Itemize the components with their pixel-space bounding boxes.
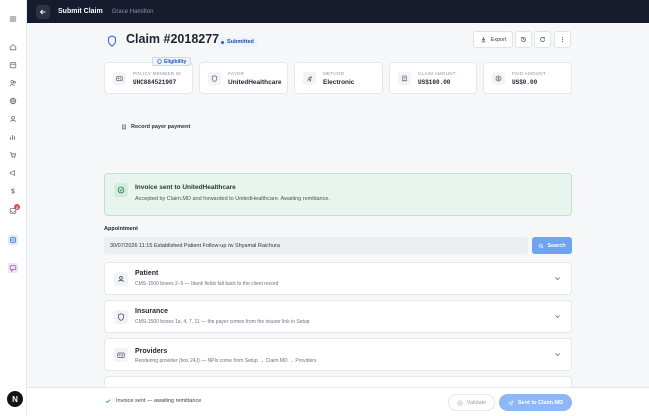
card-label: PAYER — [228, 71, 245, 76]
chat-icon[interactable] — [8, 263, 18, 273]
receipt-icon — [122, 124, 126, 130]
appointment-field[interactable]: 30/07/2026 11:15 Established Patient Fol… — [104, 237, 528, 254]
card-policy-member-id: POLICY MEMBER ID UHC884521907 — [104, 62, 193, 94]
chevron-down-icon — [555, 315, 560, 319]
page-title: Submit Claim — [58, 8, 103, 15]
card-method: METHOD Electronic — [294, 62, 383, 94]
section-description: CMS-1500 boxes 2–5 — blank fields fall b… — [135, 281, 279, 287]
person-icon[interactable] — [8, 114, 18, 124]
card-label: CLAIM AMOUNT — [418, 71, 456, 76]
check-icon — [105, 399, 111, 404]
section-insurance[interactable]: Insurance CMS-1500 boxes 1a, 4, 7, 11 — … — [104, 300, 572, 333]
shield-check-icon — [157, 59, 162, 64]
calendar-icon[interactable] — [8, 60, 18, 70]
footer-status: Invoice sent — awaiting remittance — [105, 398, 201, 404]
avatar[interactable]: N — [7, 391, 23, 407]
section-providers[interactable]: Providers Rendering provider (box 24J) —… — [104, 338, 572, 371]
status-label: Submitted — [227, 39, 254, 45]
section-title: Insurance — [135, 308, 169, 315]
card-value: UHC884521907 — [133, 79, 177, 86]
notification-badge: 2 — [14, 204, 20, 210]
card-value: US$0.00 — [512, 79, 538, 86]
sent-label: Sent to Claim.MD — [517, 399, 564, 406]
top-bar: Submit Claim Grace Hamilton — [27, 0, 649, 23]
more-options-button[interactable] — [554, 31, 571, 48]
claim-header: Claim #2018277 Submitted Export — [104, 31, 572, 51]
section-description: CMS-1500 boxes 1a, 4, 7, 11 — the payer … — [135, 319, 310, 325]
banner-title: Invoice sent to UnitedHealthcare — [135, 184, 236, 191]
refresh-button[interactable] — [534, 31, 551, 48]
appointment-value: 30/07/2026 11:15 Established Patient Fol… — [110, 242, 280, 249]
shield-icon — [107, 35, 117, 47]
section-description: Rendering provider (box 24J) — NPIs come… — [135, 358, 317, 364]
section-patient[interactable]: Patient CMS-1500 boxes 2–5 — blank field… — [104, 262, 572, 295]
user-icon — [114, 272, 128, 286]
footer-bar: Invoice sent — awaiting remittance Valid… — [27, 387, 649, 416]
banner-description: Accepted by Claim.MD and forwarded to Un… — [135, 196, 330, 202]
status-dot-icon — [221, 40, 224, 44]
id-card-icon — [114, 348, 128, 362]
history-icon — [521, 37, 526, 42]
chart-icon[interactable] — [8, 132, 18, 142]
users-icon[interactable] — [8, 78, 18, 88]
card-label: PAID AMOUNT — [512, 71, 546, 76]
card-value: US$180.00 — [418, 79, 451, 86]
search-button[interactable]: Search — [532, 237, 572, 254]
card-value: UnitedHealthcare — [228, 79, 282, 86]
check-circle-icon — [457, 400, 463, 405]
left-rail: 2 N — [0, 0, 27, 416]
id-card-icon — [113, 72, 126, 85]
validate-button[interactable]: Validate — [448, 394, 495, 411]
globe-icon[interactable] — [8, 96, 18, 106]
chevron-down-icon — [555, 277, 560, 281]
send-icon — [507, 399, 514, 406]
sent-to-claimmd-button[interactable]: Sent to Claim.MD — [499, 394, 572, 411]
user-name: Grace Hamilton — [111, 8, 154, 15]
dollar-circle-icon — [492, 72, 505, 85]
plug-icon — [303, 72, 316, 85]
export-label: Export — [490, 36, 507, 43]
history-button[interactable] — [515, 31, 532, 48]
chevron-down-icon — [555, 353, 560, 357]
card-payer: PAYER UnitedHealthcare — [199, 62, 288, 94]
record-payer-payment-button[interactable]: Record payer payment — [121, 124, 190, 130]
download-icon — [480, 37, 486, 43]
home-icon[interactable] — [8, 42, 18, 52]
section-title: Providers — [135, 348, 168, 355]
appointment-label: Appointment — [104, 226, 138, 232]
eligibility-badge[interactable]: Eligibility — [152, 57, 192, 66]
card-value: Electronic — [323, 79, 355, 86]
cart-icon[interactable] — [8, 150, 18, 160]
arrow-left-icon — [39, 9, 46, 14]
card-label: METHOD — [323, 71, 345, 76]
card-claim-amount: CLAIM AMOUNT US$180.00 — [389, 62, 477, 94]
refresh-icon — [540, 37, 545, 42]
record-payer-payment-label: Record payer payment — [131, 124, 191, 130]
back-button[interactable] — [36, 4, 50, 19]
claim-title: Claim #2018277 — [126, 32, 220, 46]
receipt-icon — [398, 72, 411, 85]
grid-icon[interactable] — [8, 235, 18, 245]
section-title: Patient — [135, 270, 159, 277]
eligibility-label: Eligibility — [164, 58, 187, 65]
card-label: POLICY MEMBER ID — [133, 71, 181, 76]
check-circle-icon — [114, 183, 128, 197]
card-paid-amount: PAID AMOUNT US$0.00 — [483, 62, 572, 94]
invoice-sent-banner: Invoice sent to UnitedHealthcare Accepte… — [104, 173, 572, 216]
megaphone-icon[interactable] — [8, 168, 18, 178]
search-label: Search — [547, 242, 566, 249]
shield-icon — [114, 310, 128, 324]
footer-status-text: Invoice sent — awaiting remittance — [116, 398, 202, 404]
menu-icon[interactable] — [8, 14, 18, 24]
export-button[interactable]: Export — [473, 31, 513, 48]
status-badge: Submitted — [217, 37, 258, 47]
shield-icon — [208, 72, 221, 85]
more-vertical-icon — [561, 36, 564, 43]
dollar-icon[interactable] — [8, 186, 18, 196]
validate-label: Validate — [466, 399, 487, 406]
search-icon — [539, 243, 544, 248]
